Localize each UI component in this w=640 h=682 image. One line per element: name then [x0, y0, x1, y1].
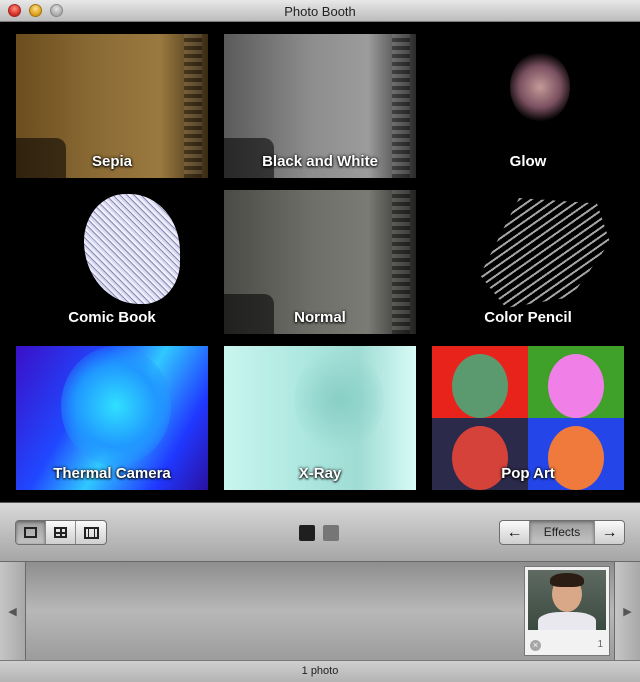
effect-tile-sepia[interactable]: Sepia	[16, 34, 208, 178]
xray-preview	[294, 350, 384, 450]
page-indicator-1[interactable]	[299, 525, 315, 541]
effects-button[interactable]: Effects	[530, 521, 594, 544]
pop-art-quadrant	[432, 346, 528, 418]
previous-effects-button[interactable]: ←	[500, 521, 530, 544]
next-effects-button[interactable]: →	[594, 521, 624, 544]
toolbar: ← Effects →	[0, 502, 640, 562]
tray-scroll-left-button[interactable]: ◀	[0, 562, 26, 660]
face-shape	[548, 354, 604, 418]
status-bar: 1 photo	[0, 660, 640, 682]
view-mode-control	[15, 520, 107, 545]
effect-label: Normal	[294, 309, 346, 326]
window-title: Photo Booth	[284, 4, 356, 19]
thumbnail-strip[interactable]: × 1	[26, 562, 614, 660]
thumbnail-image	[528, 570, 606, 630]
arrow-right-icon: →	[601, 523, 618, 541]
photo-tray: ◀ × 1 ▶	[0, 562, 640, 660]
effect-label: Sepia	[91, 153, 133, 170]
thermal-preview	[61, 346, 171, 466]
four-up-mode-button[interactable]	[46, 521, 76, 544]
effect-label: X-Ray	[298, 465, 342, 482]
triangle-right-icon: ▶	[623, 605, 632, 618]
single-photo-mode-button[interactable]	[16, 521, 46, 544]
person-body-shape	[538, 612, 596, 630]
effect-tile-black-and-white[interactable]: Black and White	[224, 34, 416, 178]
effects-control: ← Effects →	[499, 520, 625, 545]
page-indicator-2[interactable]	[323, 525, 339, 541]
pop-art-quadrant	[528, 346, 624, 418]
effect-tile-x-ray[interactable]: X-Ray	[224, 346, 416, 490]
effect-tile-comic-book[interactable]: Comic Book	[16, 190, 208, 334]
effect-tile-glow[interactable]: Glow	[432, 34, 624, 178]
effect-label: Color Pencil	[484, 309, 572, 326]
face-shape	[452, 354, 508, 418]
single-photo-icon	[24, 527, 37, 538]
photo-number: 1	[597, 639, 603, 650]
tray-scroll-right-button[interactable]: ▶	[614, 562, 640, 660]
effect-tile-pop-art[interactable]: Pop Art	[432, 346, 624, 490]
movie-clip-mode-button[interactable]	[76, 521, 106, 544]
effect-label: Pop Art	[501, 465, 555, 482]
effect-label: Glow	[509, 153, 547, 170]
photo-thumbnail[interactable]: × 1	[524, 566, 610, 656]
four-up-icon	[54, 527, 67, 538]
effect-tile-normal[interactable]: Normal	[224, 190, 416, 334]
effect-tile-color-pencil[interactable]: Color Pencil	[432, 190, 624, 334]
film-icon	[83, 526, 99, 539]
person-hair-shape	[550, 573, 584, 587]
effect-label: Thermal Camera	[53, 465, 171, 482]
effect-label: Black and White	[262, 153, 378, 170]
triangle-left-icon: ◀	[8, 605, 17, 618]
glow-preview	[510, 52, 570, 122]
arrow-left-icon: ←	[506, 523, 523, 541]
pencil-preview	[480, 198, 610, 308]
effect-label: Comic Book	[68, 309, 156, 326]
effects-grid: Sepia Black and White Glow Comic Book No…	[0, 22, 640, 502]
effect-page-indicator	[299, 525, 339, 541]
effect-tile-thermal-camera[interactable]: Thermal Camera	[16, 346, 208, 490]
photo-count: 1 photo	[301, 665, 339, 677]
comic-preview	[84, 194, 180, 304]
title-bar: Photo Booth	[0, 0, 640, 22]
delete-photo-icon[interactable]: ×	[530, 640, 541, 651]
